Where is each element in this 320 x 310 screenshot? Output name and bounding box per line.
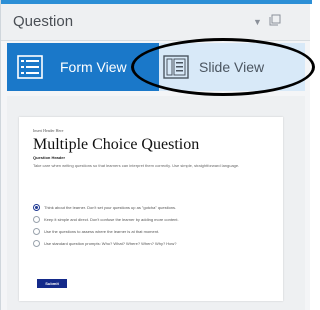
answer-option[interactable]: Use standard question prompts: Who? What… — [33, 239, 273, 248]
slide-preview: Insert Header Here Multiple Choice Quest… — [19, 117, 283, 301]
submit-button[interactable]: Submit — [37, 279, 67, 288]
radio-button[interactable] — [33, 228, 40, 235]
answer-option[interactable]: Use the questions to assess where the le… — [33, 227, 273, 236]
radio-button-selected[interactable] — [33, 204, 40, 211]
answer-option[interactable]: Keep it simple and direct. Don't confuse… — [33, 215, 273, 224]
question-description: Take care when writing questions so that… — [33, 163, 240, 168]
popout-icon[interactable] — [269, 14, 281, 26]
question-header: Question Header — [33, 155, 66, 160]
question-panel: Question ▼ Form View Slide View Insert H… — [0, 0, 315, 310]
answer-option-text: Use the questions to assess where the le… — [44, 229, 160, 234]
panel-title: Question — [13, 13, 74, 30]
radio-button[interactable] — [33, 240, 40, 247]
slide-title: Multiple Choice Question — [33, 136, 200, 153]
answer-option[interactable]: Think about the learner. Don't set your … — [33, 203, 273, 212]
answer-option-text: Keep it simple and direct. Don't confuse… — [44, 217, 179, 222]
radio-button[interactable] — [33, 216, 40, 223]
answer-option-text: Use standard question prompts: Who? What… — [44, 241, 177, 246]
answer-option-text: Think about the learner. Don't set your … — [44, 205, 177, 210]
tab-form-view-label: Form View — [60, 59, 127, 75]
form-list-icon — [17, 55, 43, 79]
highlight-ellipse — [131, 38, 315, 96]
slide-small-header: Insert Header Here — [33, 128, 64, 133]
panel-header: Question ▼ — [1, 4, 310, 41]
collapse-caret-icon[interactable]: ▼ — [253, 17, 262, 27]
